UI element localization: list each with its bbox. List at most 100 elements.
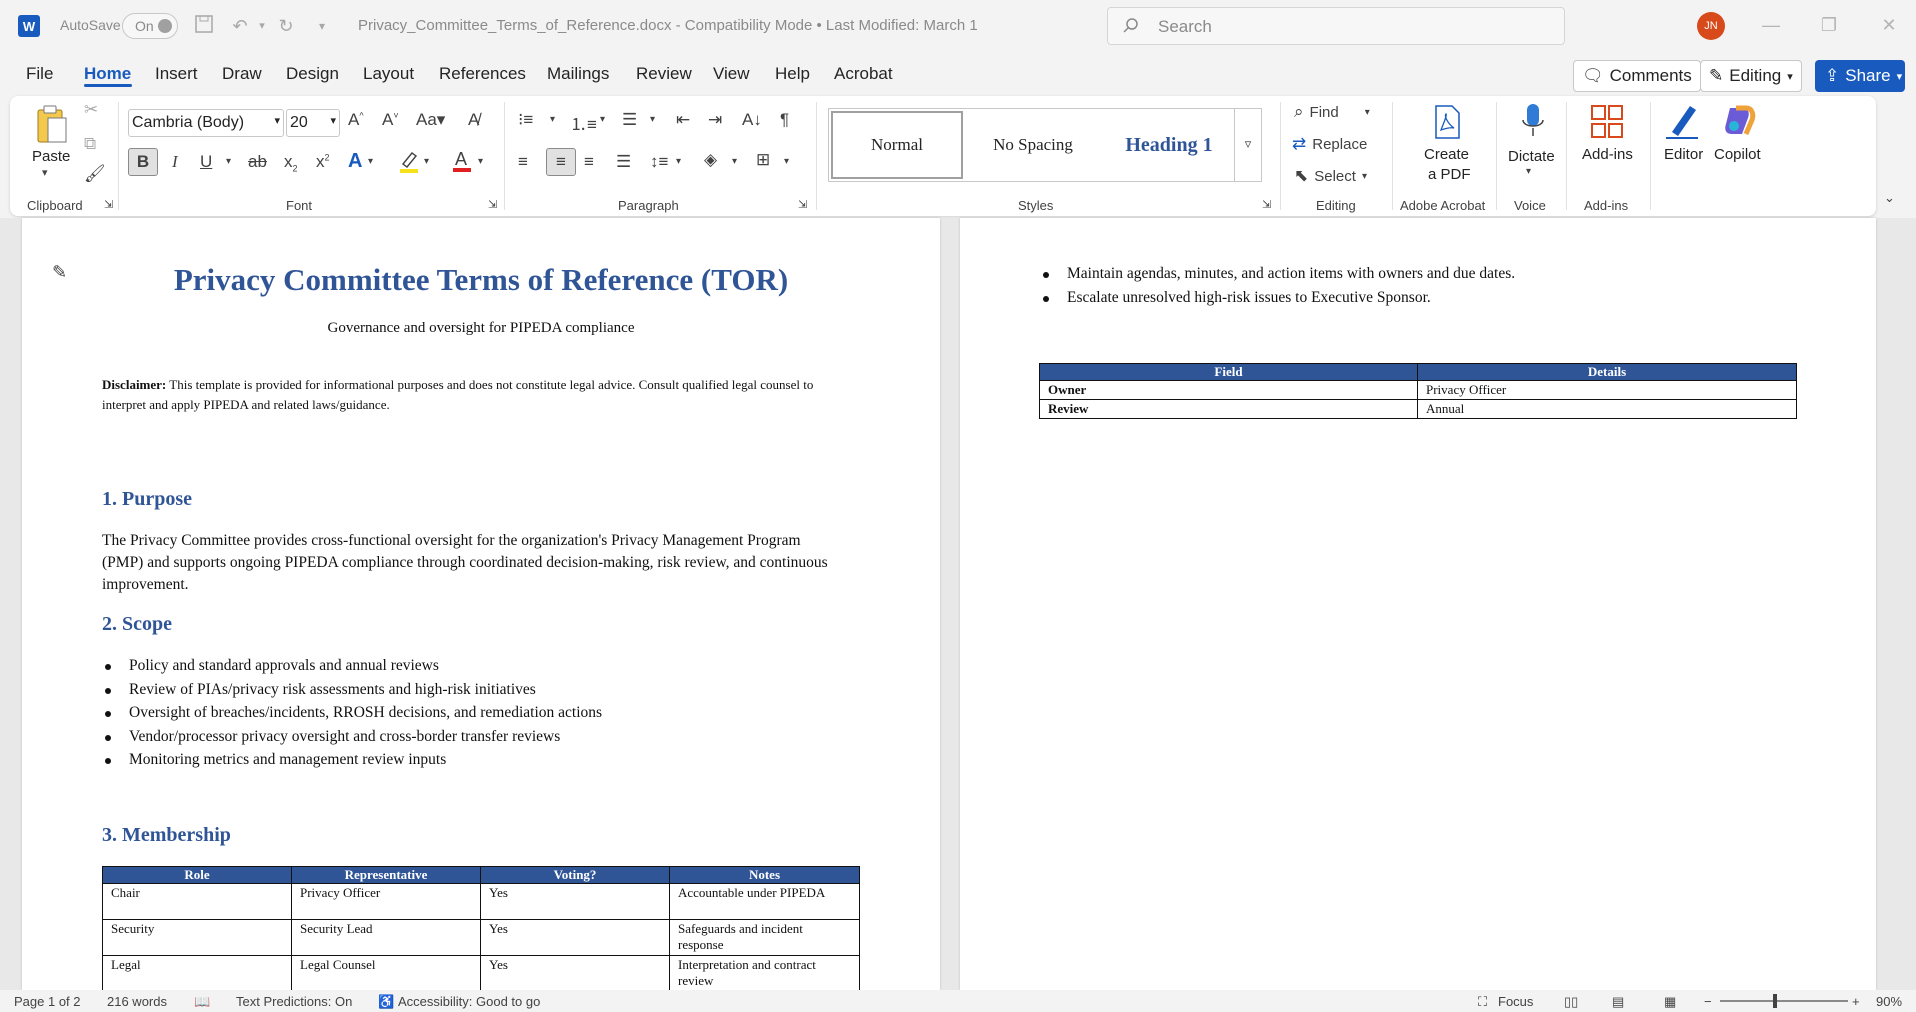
- disclaimer-paragraph[interactable]: Disclaimer: This template is provided fo…: [102, 375, 832, 415]
- web-layout-icon[interactable]: ▦: [1664, 994, 1676, 1010]
- membership-table[interactable]: Role Representative Voting? Notes Chair …: [102, 866, 860, 990]
- table-cell[interactable]: Interpretation and contract review: [669, 955, 860, 990]
- list-item[interactable]: Review of PIAs/privacy risk assessments …: [104, 678, 602, 702]
- strikethrough-button[interactable]: ab: [248, 152, 267, 172]
- tab-references[interactable]: References: [439, 64, 526, 84]
- table-cell[interactable]: Yes: [480, 955, 670, 990]
- table-cell[interactable]: Safeguards and incident response: [669, 919, 860, 956]
- membership-heading[interactable]: 3. Membership: [102, 824, 231, 847]
- document-subtitle[interactable]: Governance and oversight for PIPEDA comp…: [22, 320, 940, 337]
- tab-insert[interactable]: Insert: [155, 64, 198, 84]
- change-case-icon[interactable]: Aa▾: [416, 110, 445, 130]
- paste-label[interactable]: Paste: [32, 148, 70, 165]
- list-item[interactable]: Policy and standard approvals and annual…: [104, 654, 602, 678]
- proofing-icon[interactable]: 📖: [194, 994, 210, 1010]
- collapse-ribbon-icon[interactable]: ⌄: [1884, 190, 1895, 206]
- minimize-icon[interactable]: —: [1756, 10, 1786, 40]
- font-color-icon[interactable]: A: [452, 148, 472, 179]
- list-item[interactable]: Maintain agendas, minutes, and action it…: [1042, 262, 1515, 286]
- editing-mode-button[interactable]: ✎ Editing ▾: [1700, 60, 1802, 92]
- find-button[interactable]: ⌕ Find ▾: [1294, 102, 1370, 122]
- redo-icon[interactable]: ↻: [274, 14, 298, 38]
- copilot-label[interactable]: Copilot: [1714, 146, 1761, 163]
- text-effects-dropdown-icon[interactable]: ▾: [368, 156, 373, 167]
- document-title-heading[interactable]: Privacy Committee Terms of Reference (TO…: [22, 262, 940, 298]
- avatar[interactable]: JN: [1697, 12, 1725, 40]
- tab-acrobat[interactable]: Acrobat: [834, 64, 893, 84]
- page-count[interactable]: Page 1 of 2: [14, 994, 81, 1009]
- create-pdf-label-2[interactable]: a PDF: [1428, 166, 1471, 183]
- undo-dropdown-icon[interactable]: ▾: [250, 14, 274, 38]
- tab-home[interactable]: Home: [84, 64, 131, 84]
- tab-review[interactable]: Review: [636, 64, 692, 84]
- cut-icon[interactable]: ✂: [84, 100, 98, 120]
- search-input[interactable]: Search: [1107, 7, 1565, 45]
- tab-file[interactable]: File: [26, 64, 53, 84]
- table-cell[interactable]: Yes: [480, 919, 670, 956]
- style-no-spacing[interactable]: No Spacing: [967, 111, 1099, 179]
- save-icon[interactable]: [192, 14, 216, 38]
- dictate-label[interactable]: Dictate: [1508, 148, 1555, 165]
- customize-toolbar-icon[interactable]: ▾: [310, 14, 334, 38]
- close-icon[interactable]: ✕: [1874, 10, 1904, 40]
- font-name-dropdown[interactable]: Cambria (Body) ▾: [128, 109, 284, 137]
- line-spacing-dropdown-icon[interactable]: ▾: [676, 156, 681, 167]
- format-painter-icon[interactable]: 🖌: [84, 164, 106, 184]
- numbering-dropdown-icon[interactable]: ▾: [600, 114, 605, 125]
- zoom-slider-thumb[interactable]: [1773, 994, 1777, 1008]
- accessibility-status[interactable]: Accessibility: Good to go: [398, 994, 540, 1009]
- addins-icon[interactable]: [1590, 104, 1624, 145]
- replace-button[interactable]: ⇄ Replace: [1292, 134, 1367, 154]
- grow-font-icon[interactable]: A^: [348, 110, 364, 130]
- editor-label[interactable]: Editor: [1664, 146, 1703, 163]
- dictate-dropdown-icon[interactable]: ▾: [1526, 166, 1531, 177]
- purpose-paragraph[interactable]: The Privacy Committee provides cross-fun…: [102, 530, 842, 596]
- line-spacing-icon[interactable]: ↕≡: [650, 152, 668, 172]
- table-cell[interactable]: Legal: [102, 955, 292, 990]
- style-heading-1[interactable]: Heading 1: [1103, 111, 1235, 179]
- clipboard-launcher-icon[interactable]: ⇲: [104, 198, 113, 211]
- document-control-table[interactable]: Field Details Owner Privacy Officer Revi…: [1039, 363, 1797, 419]
- focus-button[interactable]: Focus: [1498, 994, 1533, 1009]
- document-page-2[interactable]: Maintain agendas, minutes, and action it…: [960, 218, 1876, 990]
- highlight-icon[interactable]: [398, 150, 420, 179]
- shading-icon[interactable]: ◈: [704, 150, 717, 170]
- comments-button[interactable]: 🗨 Comments: [1573, 60, 1701, 92]
- list-item[interactable]: Escalate unresolved high-risk issues to …: [1042, 286, 1515, 310]
- align-right-icon[interactable]: ≡: [584, 152, 594, 172]
- zoom-out-icon[interactable]: −: [1704, 994, 1712, 1009]
- purpose-heading[interactable]: 1. Purpose: [102, 488, 192, 511]
- create-pdf-label[interactable]: Create: [1424, 146, 1469, 163]
- numbering-icon[interactable]: ⒈≡: [570, 110, 597, 135]
- paste-icon[interactable]: [34, 104, 70, 148]
- microphone-icon[interactable]: [1520, 102, 1546, 147]
- paragraph-launcher-icon[interactable]: ⇲: [798, 198, 807, 211]
- font-launcher-icon[interactable]: ⇲: [488, 198, 497, 211]
- table-cell[interactable]: Legal Counsel: [291, 955, 481, 990]
- table-cell[interactable]: Privacy Officer: [1417, 380, 1797, 400]
- table-cell[interactable]: Security Lead: [291, 919, 481, 956]
- tab-draw[interactable]: Draw: [222, 64, 262, 84]
- restore-icon[interactable]: ❐: [1814, 10, 1844, 40]
- print-layout-icon[interactable]: ▤: [1612, 994, 1624, 1010]
- undo-icon[interactable]: ↶: [228, 14, 252, 38]
- zoom-level[interactable]: 90%: [1876, 994, 1902, 1009]
- justify-icon[interactable]: ☰: [616, 152, 631, 172]
- table-cell[interactable]: Security: [102, 919, 292, 956]
- table-cell[interactable]: Owner: [1039, 380, 1418, 400]
- multilevel-dropdown-icon[interactable]: ▾: [650, 114, 655, 125]
- bold-button[interactable]: B: [128, 148, 158, 176]
- borders-dropdown-icon[interactable]: ▾: [784, 156, 789, 167]
- autosave-toggle[interactable]: On: [122, 13, 178, 39]
- tab-layout[interactable]: Layout: [363, 64, 414, 84]
- document-title[interactable]: Privacy_Committee_Terms_of_Reference.doc…: [358, 17, 978, 34]
- addins-label[interactable]: Add-ins: [1582, 146, 1633, 163]
- increase-indent-icon[interactable]: ⇥: [708, 110, 722, 130]
- styles-launcher-icon[interactable]: ⇲: [1262, 198, 1271, 211]
- bullets-dropdown-icon[interactable]: ▾: [550, 114, 555, 125]
- underline-button[interactable]: U: [200, 152, 212, 172]
- bullets-icon[interactable]: ⁝≡: [518, 110, 533, 130]
- clear-formatting-icon[interactable]: A̸: [468, 110, 479, 130]
- list-item[interactable]: Oversight of breaches/incidents, RROSH d…: [104, 701, 602, 725]
- zoom-slider-track[interactable]: [1720, 1000, 1848, 1002]
